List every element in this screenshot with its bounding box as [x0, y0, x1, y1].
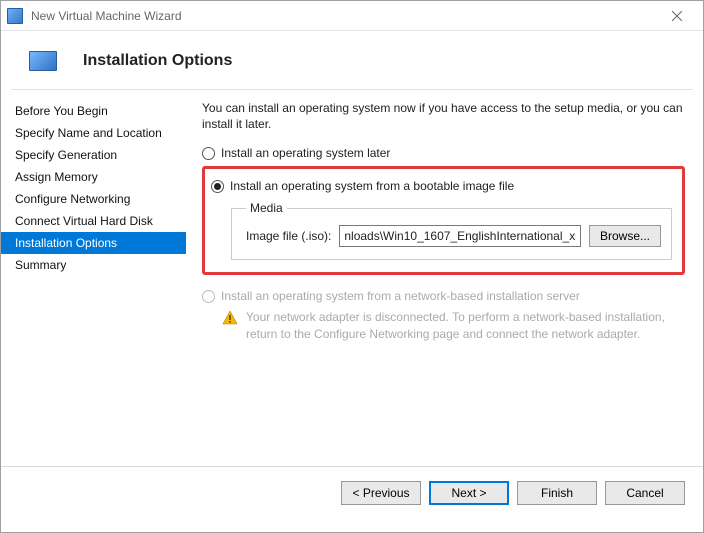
- page-title: Installation Options: [83, 52, 232, 70]
- option-install-later-row[interactable]: Install an operating system later: [202, 146, 685, 160]
- option-install-image-label: Install an operating system from a boota…: [230, 179, 514, 193]
- media-fieldset: Media Image file (.iso): Browse...: [231, 201, 672, 260]
- radio-install-network: [202, 290, 215, 303]
- network-warning-row: Your network adapter is disconnected. To…: [222, 309, 685, 341]
- media-row: Image file (.iso): Browse...: [246, 225, 661, 247]
- image-file-label: Image file (.iso):: [246, 229, 331, 243]
- close-icon: [672, 11, 682, 21]
- option-install-later-label: Install an operating system later: [221, 146, 390, 160]
- next-button[interactable]: Next >: [429, 481, 509, 505]
- wizard-content: You can install an operating system now …: [186, 90, 703, 466]
- sidebar-item-before-you-begin[interactable]: Before You Begin: [1, 100, 186, 122]
- sidebar-item-specify-name[interactable]: Specify Name and Location: [1, 122, 186, 144]
- intro-text: You can install an operating system now …: [202, 100, 685, 132]
- wizard-icon: [29, 51, 57, 71]
- sidebar-item-summary[interactable]: Summary: [1, 254, 186, 276]
- wizard-body: Before You Begin Specify Name and Locati…: [1, 90, 703, 466]
- media-legend: Media: [246, 201, 287, 215]
- sidebar-item-specify-generation[interactable]: Specify Generation: [1, 144, 186, 166]
- option-install-network-label: Install an operating system from a netwo…: [221, 289, 580, 303]
- warning-icon: [222, 310, 238, 326]
- network-warning-text: Your network adapter is disconnected. To…: [246, 309, 685, 341]
- option-install-image-row[interactable]: Install an operating system from a boota…: [211, 179, 672, 193]
- finish-button[interactable]: Finish: [517, 481, 597, 505]
- sidebar-item-installation-options[interactable]: Installation Options: [1, 232, 186, 254]
- window-title: New Virtual Machine Wizard: [31, 9, 657, 23]
- sidebar-item-connect-vhd[interactable]: Connect Virtual Hard Disk: [1, 210, 186, 232]
- radio-install-image[interactable]: [211, 180, 224, 193]
- sidebar-item-configure-networking[interactable]: Configure Networking: [1, 188, 186, 210]
- sidebar-item-assign-memory[interactable]: Assign Memory: [1, 166, 186, 188]
- browse-button[interactable]: Browse...: [589, 225, 661, 247]
- wizard-footer: < Previous Next > Finish Cancel: [1, 466, 703, 518]
- wizard-steps-sidebar: Before You Begin Specify Name and Locati…: [1, 90, 186, 466]
- radio-install-later[interactable]: [202, 147, 215, 160]
- wizard-header: Installation Options: [1, 31, 703, 89]
- network-install-section: Install an operating system from a netwo…: [202, 289, 685, 341]
- option-install-network-row: Install an operating system from a netwo…: [202, 289, 685, 303]
- app-icon: [7, 8, 23, 24]
- image-file-input[interactable]: [339, 225, 581, 247]
- previous-button[interactable]: < Previous: [341, 481, 421, 505]
- highlight-box: Install an operating system from a boota…: [202, 166, 685, 275]
- cancel-button[interactable]: Cancel: [605, 481, 685, 505]
- title-bar: New Virtual Machine Wizard: [1, 1, 703, 31]
- close-button[interactable]: [657, 2, 697, 30]
